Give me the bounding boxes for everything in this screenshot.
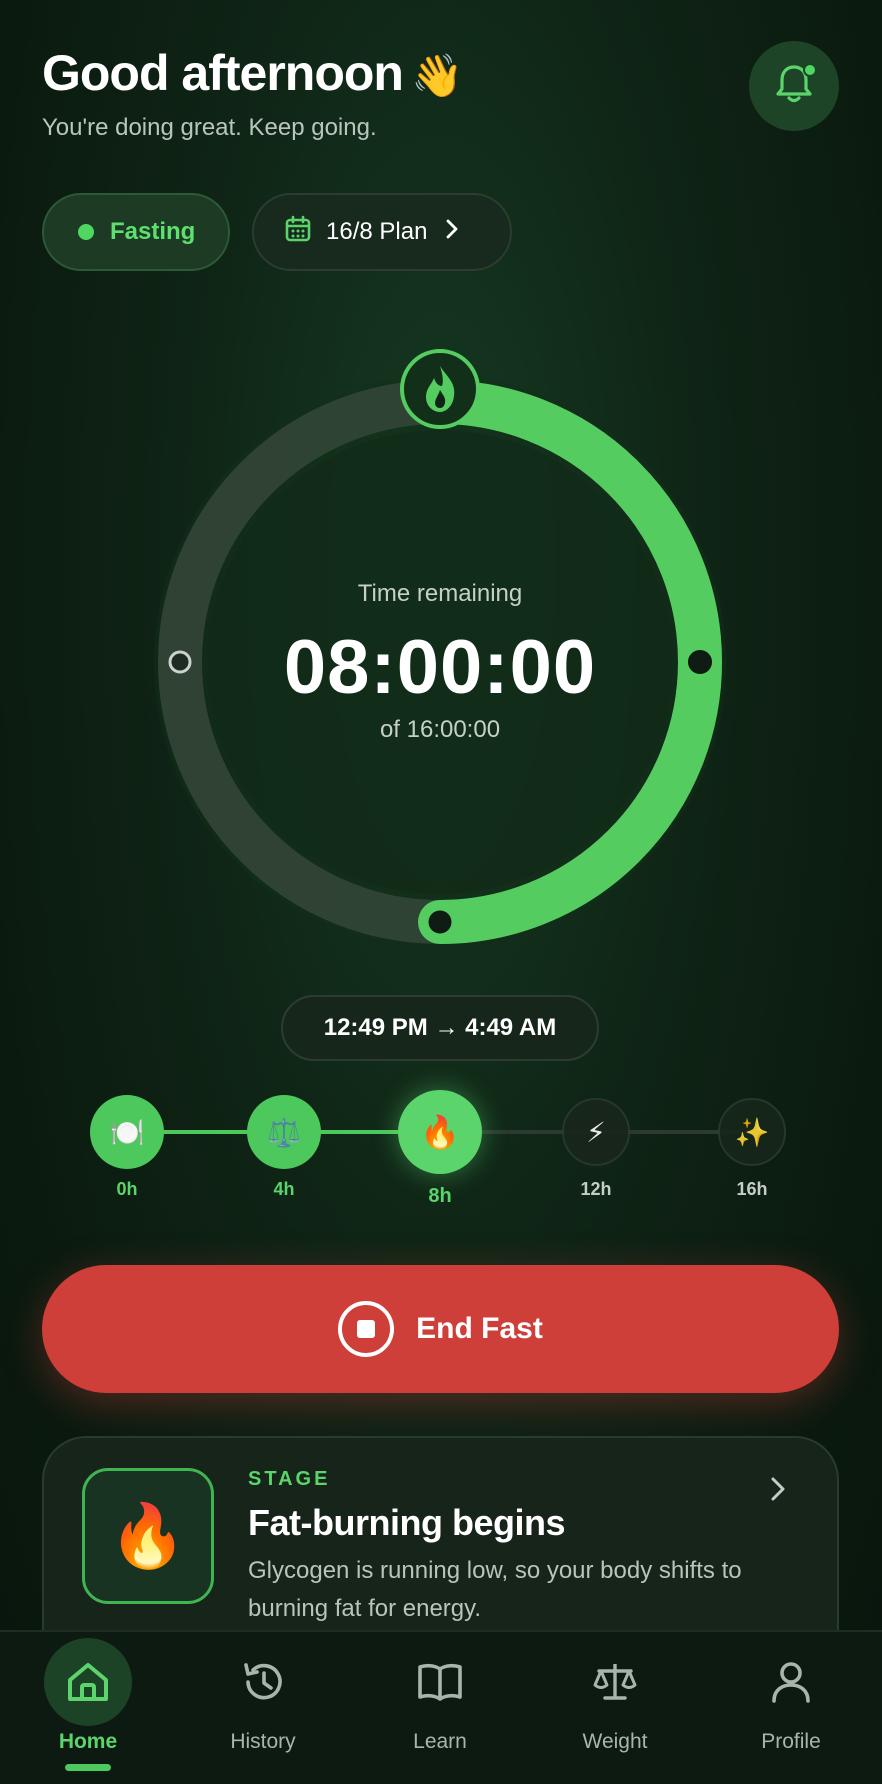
stage-label-12h: 12h (580, 1179, 612, 1199)
stage-description: Glycogen is running low, so your body sh… (248, 1557, 742, 1622)
fasting-status-chip[interactable]: Fasting (42, 193, 230, 271)
bottom-navigation: Home History Learn Weight Profile (0, 1630, 882, 1784)
end-fast-label: End Fast (416, 1312, 543, 1345)
nav-profile-label: Profile (761, 1730, 821, 1753)
total-duration: of 16:00:00 (379, 716, 501, 743)
plate-icon[interactable]: 🍽️ (90, 1095, 164, 1169)
home-screen: Good afternoon 👋 You're doing great. Keep… (0, 0, 882, 1784)
stage-label-16h: 16h (736, 1179, 768, 1199)
flame-icon (400, 349, 480, 429)
history-icon (219, 1638, 307, 1726)
nav-learn[interactable]: Learn (380, 1632, 500, 1784)
plan-chip[interactable]: 16/8 Plan (252, 193, 512, 271)
person-icon (747, 1638, 835, 1726)
fasting-label: Fasting (110, 218, 196, 245)
nav-home[interactable]: Home (28, 1632, 148, 1784)
nav-weight[interactable]: Weight (555, 1632, 675, 1784)
time-remaining-caption: Time remaining (357, 580, 523, 607)
scale-icon (571, 1638, 659, 1726)
ring-progress-knob[interactable] (423, 905, 457, 939)
stop-icon (338, 1301, 395, 1357)
greeting-subtitle: You're doing great. Keep going. (42, 114, 377, 141)
active-tab-indicator (65, 1764, 111, 1771)
fasting-time-range: 12:49 PM → 4:49 AM (281, 995, 599, 1061)
greeting-text: Good afternoon (42, 45, 404, 101)
stage-label-4h: 4h (273, 1179, 295, 1199)
end-fast-button[interactable]: End Fast (42, 1265, 839, 1393)
lightning-icon[interactable]: ⚡ (562, 1098, 630, 1166)
stage-kicker: STAGE (248, 1468, 331, 1490)
stage-label-8h: 8h (428, 1185, 452, 1207)
home-icon (44, 1638, 132, 1726)
notifications-button[interactable] (749, 41, 839, 131)
stage-label-0h: 0h (116, 1179, 138, 1199)
nav-history-label: History (230, 1730, 296, 1753)
fire-icon[interactable]: 🔥 (398, 1090, 482, 1174)
status-dot (78, 224, 94, 240)
notification-dot (803, 63, 817, 77)
plan-label: 16/8 Plan (326, 218, 428, 245)
wave-emoji: 👋 (410, 51, 463, 100)
stage-title: Fat-burning begins (248, 1502, 565, 1543)
nav-profile[interactable]: Profile (731, 1632, 851, 1784)
time-remaining-value: 08:00:00 (283, 625, 597, 710)
fire-icon: 🔥 (82, 1468, 214, 1604)
calendar-icon (284, 215, 312, 250)
nav-home-label: Home (58, 1730, 118, 1753)
nav-weight-label: Weight (582, 1730, 648, 1753)
sparkles-icon[interactable]: ✨ (718, 1098, 786, 1166)
fasting-timer-ring: Time remaining 08:00:00 of 16:00:00 (140, 340, 740, 980)
greeting-title: Good afternoon 👋 (42, 44, 463, 102)
nav-history[interactable]: History (203, 1632, 323, 1784)
chevron-right-icon (770, 1476, 786, 1507)
book-icon (396, 1638, 484, 1726)
chevron-right-icon (445, 218, 459, 247)
scale-icon[interactable]: ⚖️ (247, 1095, 321, 1169)
nav-learn-label: Learn (413, 1730, 467, 1753)
